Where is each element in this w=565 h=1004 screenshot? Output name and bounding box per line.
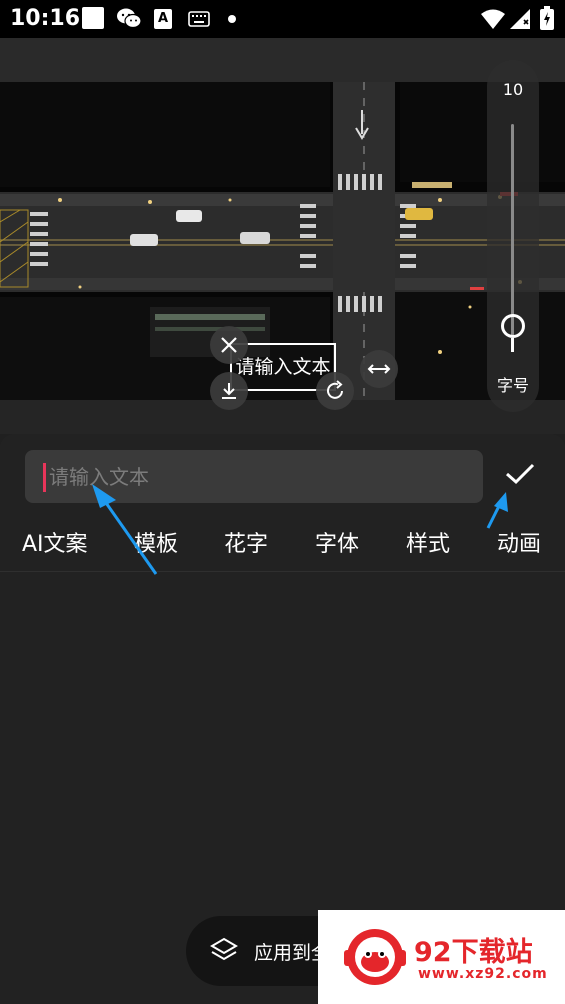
- watermark-logo-icon: [344, 929, 406, 985]
- tab-font[interactable]: 字体: [315, 526, 359, 558]
- text-input-container[interactable]: [25, 450, 483, 503]
- tab-animation[interactable]: 动画: [497, 526, 541, 558]
- text-input[interactable]: [49, 450, 469, 503]
- image-thumb-icon: [82, 7, 104, 29]
- watermark-url: www.xz92.com: [418, 966, 548, 982]
- font-size-value: 10: [502, 80, 524, 99]
- watermark-name: 92下载站: [414, 937, 533, 968]
- slider-track[interactable]: [511, 124, 514, 336]
- battery-icon: [540, 6, 554, 30]
- confirm-check-icon[interactable]: [500, 454, 540, 494]
- dot-icon: [228, 15, 236, 23]
- slider-knob[interactable]: [501, 314, 525, 338]
- tab-fancy-text[interactable]: 花字: [224, 526, 268, 558]
- tab-template[interactable]: 模板: [134, 526, 178, 558]
- wechat-icon: [117, 8, 142, 29]
- wifi-icon: [481, 9, 505, 29]
- slider-knob-stem: [511, 338, 514, 352]
- rotate-icon[interactable]: [316, 372, 354, 410]
- close-icon[interactable]: [210, 326, 248, 364]
- stretch-arrows-icon[interactable]: [360, 350, 398, 388]
- font-size-label: 字号: [496, 376, 529, 395]
- tab-style[interactable]: 样式: [406, 526, 450, 558]
- tab-ai-copy[interactable]: AI文案: [22, 526, 88, 558]
- signal-icon: [510, 9, 530, 29]
- site-watermark: 92下载站 www.xz92.com: [318, 910, 565, 1004]
- status-time: 10:16: [10, 6, 81, 31]
- font-size-slider[interactable]: 10 字号: [487, 60, 539, 412]
- preview-top-area: [0, 38, 565, 82]
- preview-bottom-area: [0, 400, 565, 434]
- text-caret: [43, 463, 46, 492]
- tab-bar: AI文案 模板 花字 字体 样式 动画: [0, 520, 565, 572]
- layers-icon: [210, 937, 238, 961]
- download-icon[interactable]: [210, 372, 248, 410]
- text-a-icon: A: [154, 9, 172, 29]
- keyboard-icon: [188, 11, 210, 27]
- status-bar: 10:16 A: [0, 0, 565, 38]
